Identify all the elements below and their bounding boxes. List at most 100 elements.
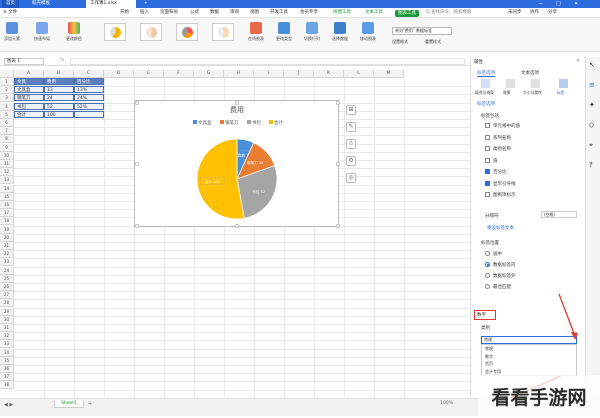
chart-elements-icon[interactable]: ⊞ <box>346 105 356 115</box>
collab-button[interactable]: 协作 <box>530 8 539 18</box>
row-header-34[interactable]: 34 <box>0 348 14 357</box>
pointer-icon[interactable]: ↖ <box>589 61 595 69</box>
search-command[interactable]: Q 查找命令、搜索模板 <box>426 8 471 18</box>
checkbox[interactable] <box>485 134 490 140</box>
formula-input[interactable] <box>70 58 465 65</box>
tab-label-options[interactable]: 标签选项 <box>477 70 495 77</box>
subtab-size[interactable]: 大小与属性 <box>523 90 542 96</box>
label-options-section[interactable]: 标签选项 <box>477 101 495 107</box>
row-header-30[interactable]: 30 <box>0 315 14 324</box>
dropdown-option[interactable]: 常规 <box>485 346 493 352</box>
row-header-2[interactable]: 2 <box>0 86 14 95</box>
column-header-b[interactable]: B <box>44 70 74 78</box>
dropdown-option[interactable]: 会计专用 <box>485 369 501 375</box>
table-cell[interactable]: 书包 <box>14 102 44 110</box>
chart-style-3[interactable] <box>176 23 198 41</box>
quick-layout-button[interactable]: 快速布局 <box>34 22 50 42</box>
row-header-11[interactable]: 11 <box>0 160 14 168</box>
switch-row-col-button[interactable]: 切换行列 <box>304 22 320 42</box>
menu-item-view[interactable]: 视图 <box>250 8 259 18</box>
column-header-m[interactable]: M <box>374 70 404 78</box>
reset-style-button[interactable]: 重置样式 <box>425 39 441 45</box>
add-element-button[interactable]: 添加元素 <box>4 22 20 42</box>
share-button[interactable]: 分享 <box>548 8 557 18</box>
chart-style-4[interactable] <box>212 23 234 41</box>
menu-item-text-tools[interactable]: 文本工具 <box>365 8 383 18</box>
chart-style-2[interactable] <box>140 23 162 41</box>
table-cell[interactable]: 100 <box>44 110 74 118</box>
menu-item-dev[interactable]: 开发工具 <box>270 8 288 18</box>
table-cell[interactable]: 合计 <box>14 110 44 118</box>
property-icon[interactable]: ≡ <box>589 81 595 89</box>
select-data-button[interactable]: 选择数据 <box>332 22 348 42</box>
row-header-5[interactable]: 5 <box>0 110 14 119</box>
row-header-24[interactable]: 24 <box>0 266 14 275</box>
row-header-18[interactable]: 18 <box>0 217 14 226</box>
sheet-nav-icons[interactable]: ◀ ▶ <box>4 402 13 408</box>
help-icon[interactable]: ? <box>589 161 593 169</box>
subtab-effect[interactable]: 效果 <box>503 90 511 96</box>
effect-icon[interactable] <box>506 79 515 88</box>
table-cell[interactable]: 钢笔刀 <box>14 94 44 102</box>
chart-style-1[interactable] <box>104 23 126 41</box>
row-header-19[interactable]: 19 <box>0 225 14 234</box>
file-menu[interactable]: ≡ 文件 <box>3 8 17 18</box>
radio-button[interactable] <box>485 251 490 256</box>
row-header-10[interactable]: 10 <box>0 151 14 160</box>
checkbox[interactable] <box>485 146 490 151</box>
column-header-j[interactable]: J <box>284 70 314 78</box>
subtab-label[interactable]: 标签 <box>557 90 565 96</box>
tab-home[interactable]: 首页 <box>2 0 19 8</box>
radio-button[interactable] <box>485 262 490 267</box>
pane-close-icon[interactable]: ✕ <box>576 58 580 64</box>
row-header-25[interactable]: 25 <box>0 274 14 283</box>
add-sheet-icon[interactable]: + <box>88 401 92 407</box>
radio-button[interactable] <box>485 284 490 289</box>
sheet-tab[interactable]: Sheet1 <box>54 400 84 408</box>
menu-item-chart-tools[interactable]: 图表工具 <box>395 9 419 17</box>
row-header-15[interactable]: 15 <box>0 192 14 201</box>
row-header-16[interactable]: 16 <box>0 201 14 209</box>
table-cell[interactable]: 24% <box>74 94 104 102</box>
column-header-a[interactable]: A <box>14 70 44 78</box>
row-header-32[interactable]: 32 <box>0 332 14 341</box>
column-header-k[interactable]: K <box>314 70 344 78</box>
row-header-29[interactable]: 29 <box>0 307 14 316</box>
shape-icon[interactable]: ◇ <box>589 121 594 129</box>
column-header-g[interactable]: G <box>194 70 224 78</box>
chart-online-icon[interactable]: ◎ <box>346 173 356 183</box>
menu-item-insert[interactable]: 插入 <box>140 8 149 18</box>
table-header-cell[interactable]: 费用 <box>44 78 74 85</box>
checkbox[interactable] <box>485 192 490 197</box>
column-header-i[interactable]: I <box>254 70 284 78</box>
dropdown-option[interactable]: 数字 <box>485 354 493 360</box>
menu-item-layout[interactable]: 页面布局 <box>160 8 178 18</box>
subtab-fill[interactable]: 填充与线条 <box>475 90 494 96</box>
name-box[interactable]: 图表 1 <box>4 58 44 65</box>
checkbox[interactable] <box>485 157 490 163</box>
table-cell[interactable]: 52% <box>74 102 104 110</box>
column-header-h[interactable]: H <box>224 70 254 78</box>
menu-item-start[interactable]: 开始 <box>120 8 129 18</box>
radio-button[interactable] <box>485 273 490 278</box>
series-select[interactable]: 系列"费用" 数据标签 <box>392 27 452 35</box>
row-header-38[interactable]: 38 <box>0 381 14 390</box>
tab-text-options[interactable]: 文本选项 <box>521 70 539 76</box>
row-header-1[interactable]: 1 <box>0 78 14 86</box>
table-cell[interactable]: 13% <box>74 86 104 94</box>
tab-workbook[interactable]: 工作簿1.xlsx <box>86 0 136 8</box>
row-header-13[interactable]: 13 <box>0 176 14 185</box>
row-header-37[interactable]: 37 <box>0 373 14 382</box>
chart-settings-icon[interactable]: ⚙ <box>346 156 356 166</box>
maximize-icon[interactable]: □ <box>556 0 561 8</box>
menu-item-review[interactable]: 审阅 <box>230 8 239 18</box>
table-header-cell[interactable]: 百分比 <box>74 78 104 85</box>
label-icon[interactable] <box>559 79 568 88</box>
format-button[interactable]: 设置格式 <box>392 39 408 45</box>
new-tab-button[interactable]: + <box>140 0 152 8</box>
column-header-d[interactable]: D <box>104 70 134 78</box>
row-header-7[interactable]: 7 <box>0 127 14 136</box>
column-header-f[interactable]: F <box>164 70 194 78</box>
row-header-12[interactable]: 12 <box>0 168 14 177</box>
table-cell[interactable]: 52 <box>44 102 74 110</box>
